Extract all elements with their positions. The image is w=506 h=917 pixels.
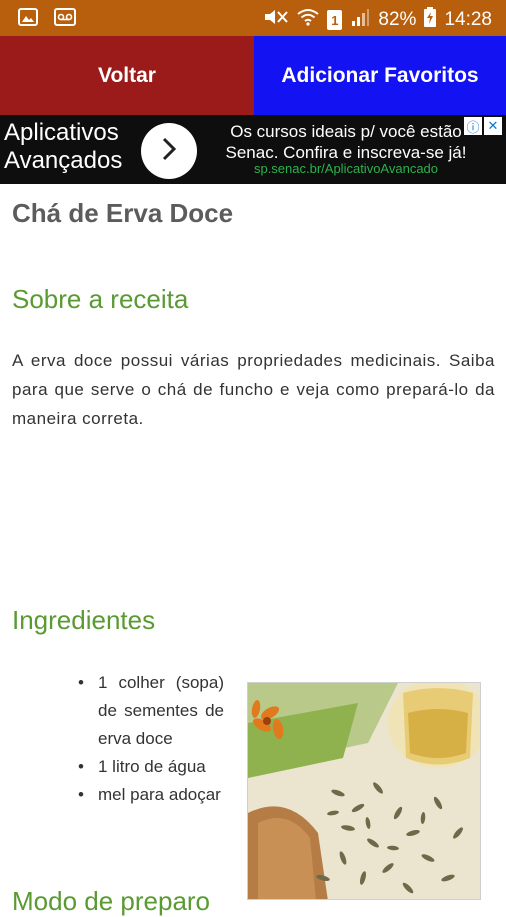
gallery-notification-icon bbox=[18, 7, 40, 27]
list-item: mel para adoçar bbox=[78, 781, 224, 809]
ad-open-button[interactable] bbox=[141, 123, 197, 179]
ad-title: Aplicativos Avançados bbox=[4, 119, 123, 174]
list-item: 1 litro de água bbox=[78, 753, 224, 781]
list-item: 1 colher (sopa) de sementes de erva doce bbox=[78, 669, 224, 753]
ad-banner[interactable]: Aplicativos Avançados Os cursos ideais p… bbox=[0, 115, 506, 184]
voicemail-notification-icon bbox=[54, 7, 76, 27]
ad-url: sp.senac.br/AplicativoAvancado bbox=[253, 161, 439, 176]
chevron-right-icon bbox=[158, 136, 180, 167]
clock: 14:28 bbox=[444, 9, 492, 30]
battery-charging-icon bbox=[424, 7, 437, 33]
about-heading: Sobre a receita bbox=[12, 284, 189, 314]
ad-close-icon[interactable]: ✕ bbox=[484, 117, 502, 135]
preparation-heading: Modo de preparo bbox=[12, 886, 211, 916]
back-button[interactable]: Voltar bbox=[0, 36, 254, 115]
action-bar: Voltar Adicionar Favoritos bbox=[0, 36, 506, 115]
ad-info-icon[interactable]: ⓘ bbox=[464, 117, 482, 135]
ingredients-list: 1 colher (sopa) de sementes de erva doce… bbox=[78, 669, 224, 809]
about-text: A erva doce possui várias propriedades m… bbox=[12, 351, 495, 428]
status-bar: 1 82% 14:28 bbox=[0, 0, 506, 36]
ingredients-heading: Ingredientes bbox=[12, 605, 156, 635]
ad-text: Os cursos ideais p/ você estão Senac. Co… bbox=[225, 122, 467, 162]
battery-percent: 82% bbox=[378, 9, 417, 30]
recipe-photo bbox=[247, 682, 481, 900]
mute-icon bbox=[263, 7, 289, 33]
page-title: Chá de Erva Doce bbox=[12, 198, 234, 228]
wifi-icon bbox=[297, 7, 320, 33]
recipe-content: Chá de Erva Doce Sobre a receita A erva … bbox=[0, 184, 506, 916]
add-favorites-button[interactable]: Adicionar Favoritos bbox=[254, 36, 506, 115]
ad-controls: ⓘ ✕ bbox=[464, 117, 502, 135]
signal-icon bbox=[350, 7, 370, 33]
sim-badge: 1 bbox=[327, 10, 343, 30]
